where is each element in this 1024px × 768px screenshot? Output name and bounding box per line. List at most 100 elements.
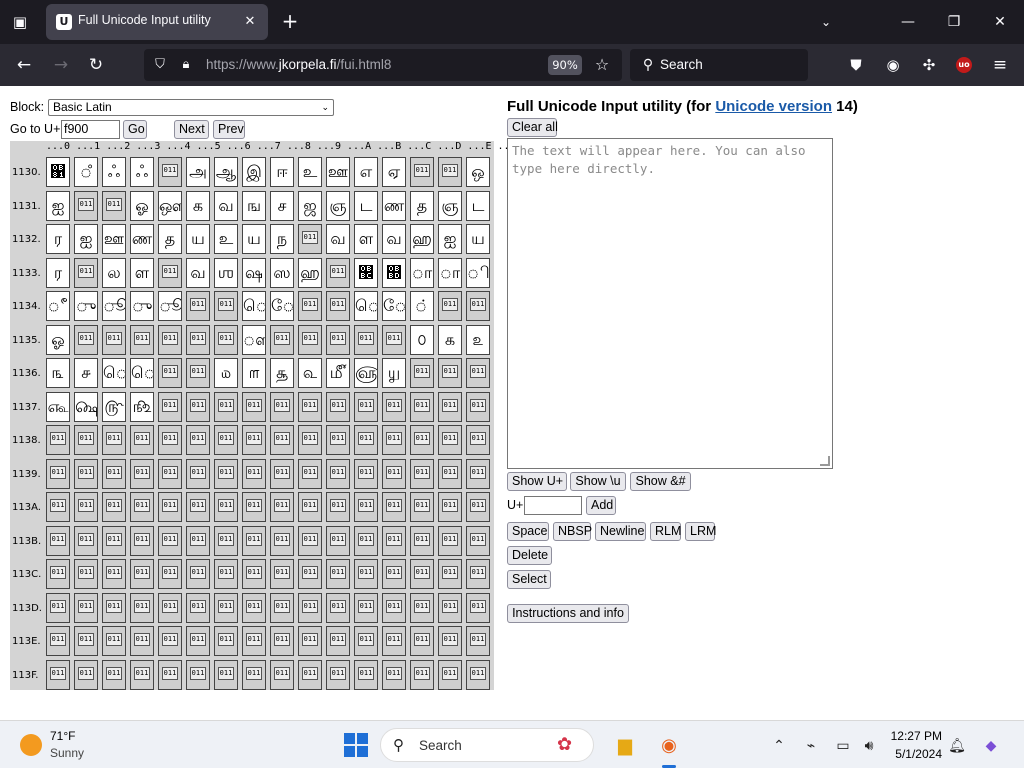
char-cell[interactable]: 011: [438, 291, 462, 321]
char-cell[interactable]: 011: [102, 659, 126, 690]
char-cell[interactable]: 011: [130, 592, 154, 623]
char-cell[interactable]: ஹ: [298, 257, 322, 288]
network-icon[interactable]: ⌁: [800, 734, 822, 756]
char-cell[interactable]: 011: [326, 425, 350, 455]
char-cell[interactable]: 011: [354, 458, 378, 489]
char-cell[interactable]: 011: [102, 626, 126, 656]
char-cell[interactable]: 011: [354, 425, 378, 455]
char-cell[interactable]: 011: [382, 458, 406, 489]
char-cell[interactable]: வ: [214, 190, 238, 221]
char-cell[interactable]: 011: [270, 592, 294, 623]
char-cell[interactable]: ஐ: [438, 224, 462, 254]
char-cell[interactable]: ஃ: [130, 157, 154, 187]
char-cell[interactable]: ந: [270, 224, 294, 254]
char-cell[interactable]: 011: [382, 592, 406, 623]
char-cell[interactable]: 011: [158, 525, 182, 556]
char-cell[interactable]: 011: [270, 559, 294, 589]
copilot-icon[interactable]: ◆: [980, 734, 1002, 756]
char-cell[interactable]: ண: [382, 190, 406, 221]
char-cell[interactable]: 011: [186, 425, 210, 455]
char-cell[interactable]: 011: [382, 391, 406, 422]
char-cell[interactable]: 011: [130, 559, 154, 589]
char-cell[interactable]: 011: [158, 425, 182, 455]
char-cell[interactable]: ே: [270, 291, 294, 321]
char-cell[interactable]: ௦: [410, 324, 434, 355]
char-cell[interactable]: 011: [298, 592, 322, 623]
window-close-icon[interactable]: ✕: [986, 8, 1014, 36]
char-cell[interactable]: 011: [186, 559, 210, 589]
char-cell[interactable]: 011: [158, 257, 182, 288]
char-cell[interactable]: ஃ: [102, 157, 126, 187]
char-cell[interactable]: ஼: [354, 257, 378, 288]
char-cell[interactable]: 011: [270, 391, 294, 422]
char-cell[interactable]: ௲: [270, 358, 294, 388]
windows-start-icon[interactable]: [344, 733, 368, 757]
char-cell[interactable]: 011: [438, 458, 462, 489]
char-cell[interactable]: 011: [270, 525, 294, 556]
space-button[interactable]: Space: [507, 522, 549, 541]
char-cell[interactable]: ௹: [102, 391, 126, 422]
taskbar-search[interactable]: ⚲ Search ✿: [380, 728, 594, 762]
char-cell[interactable]: 011: [382, 425, 406, 455]
delete-button[interactable]: Delete: [507, 546, 552, 565]
char-cell[interactable]: ௵: [354, 358, 378, 388]
char-cell[interactable]: ஓ: [130, 190, 154, 221]
char-cell[interactable]: ௷: [46, 391, 70, 422]
show-backslash-u-button[interactable]: Show \u: [570, 472, 626, 491]
char-cell[interactable]: 011: [130, 324, 154, 355]
char-cell[interactable]: ௳: [298, 358, 322, 388]
char-cell[interactable]: 011: [382, 626, 406, 656]
char-cell[interactable]: 011: [326, 324, 350, 355]
char-cell[interactable]: 011: [74, 492, 98, 522]
char-cell[interactable]: ஁: [46, 157, 70, 187]
char-cell[interactable]: ங: [242, 190, 266, 221]
char-cell[interactable]: 011: [466, 391, 490, 422]
char-cell[interactable]: ஊ: [102, 224, 126, 254]
char-cell[interactable]: 011: [354, 525, 378, 556]
sun-icon[interactable]: [20, 734, 42, 756]
char-cell[interactable]: 011: [270, 626, 294, 656]
char-cell[interactable]: 011: [298, 659, 322, 690]
char-cell[interactable]: 011: [326, 458, 350, 489]
char-cell[interactable]: 011: [438, 592, 462, 623]
char-cell[interactable]: 011: [410, 492, 434, 522]
char-cell[interactable]: 011: [466, 425, 490, 455]
char-cell[interactable]: ய: [186, 224, 210, 254]
char-cell[interactable]: ெ: [242, 291, 266, 321]
char-cell[interactable]: ு: [74, 291, 98, 321]
char-cell[interactable]: 011: [382, 525, 406, 556]
char-cell[interactable]: 011: [74, 190, 98, 221]
char-cell[interactable]: 011: [214, 659, 238, 690]
char-cell[interactable]: க: [186, 190, 210, 221]
char-cell[interactable]: 011: [438, 492, 462, 522]
char-cell[interactable]: 011: [46, 458, 70, 489]
char-cell[interactable]: 011: [186, 659, 210, 690]
output-textarea[interactable]: The text will appear here. You can also …: [507, 138, 833, 469]
char-cell[interactable]: 011: [410, 425, 434, 455]
forward-arrow-icon[interactable]: →: [48, 52, 74, 78]
char-cell[interactable]: 011: [158, 659, 182, 690]
char-cell[interactable]: 011: [326, 659, 350, 690]
char-cell[interactable]: 011: [74, 525, 98, 556]
char-cell[interactable]: 011: [130, 492, 154, 522]
clear-all-button[interactable]: Clear all: [507, 118, 558, 137]
char-cell[interactable]: 011: [438, 525, 462, 556]
char-cell[interactable]: ய: [466, 224, 490, 254]
char-cell[interactable]: 011: [74, 626, 98, 656]
char-cell[interactable]: 011: [410, 626, 434, 656]
char-cell[interactable]: 011: [326, 391, 350, 422]
char-cell[interactable]: 011: [102, 559, 126, 589]
char-cell[interactable]: ல: [102, 257, 126, 288]
go-button[interactable]: Go: [123, 120, 147, 139]
char-cell[interactable]: 011: [326, 592, 350, 623]
char-cell[interactable]: ஔ: [158, 190, 182, 221]
char-cell[interactable]: 011: [326, 291, 350, 321]
tab-list-icon[interactable]: ▣: [8, 10, 32, 34]
char-cell[interactable]: 011: [242, 391, 266, 422]
char-cell[interactable]: 011: [326, 525, 350, 556]
char-cell[interactable]: 011: [214, 525, 238, 556]
char-cell[interactable]: 011: [298, 324, 322, 355]
char-cell[interactable]: 011: [46, 659, 70, 690]
char-cell[interactable]: 011: [242, 626, 266, 656]
char-cell[interactable]: 011: [466, 659, 490, 690]
